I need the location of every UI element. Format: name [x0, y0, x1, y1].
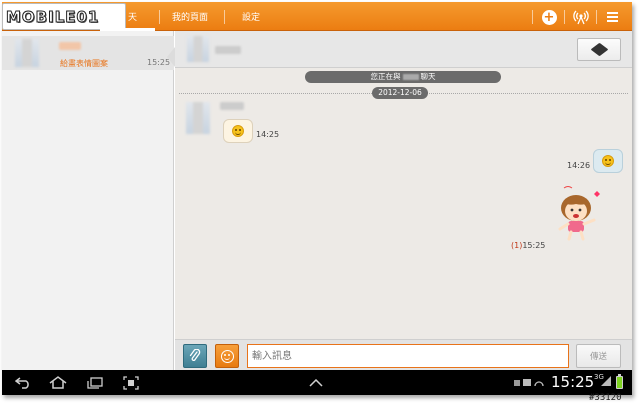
cube-icon [590, 42, 608, 57]
message-bubble-out[interactable] [593, 149, 623, 173]
menu-icon[interactable] [603, 7, 623, 27]
system-clock: 15:25 [551, 373, 595, 391]
mobile01-logo: MOBILE01 [2, 3, 126, 30]
selection-pointer [167, 47, 175, 67]
chat-area[interactable]: 您正在與 聊天 2012-12-06 14:25 14:26 (1)15:25 [175, 68, 632, 339]
logo-text: MOBILE01 [5, 7, 100, 26]
message-time: 15:25 [522, 241, 546, 250]
message-time: 14:26 [567, 161, 591, 170]
paperclip-icon [189, 349, 201, 361]
smiley-emoticon-icon [602, 155, 614, 167]
tab-divider [159, 10, 160, 24]
conversation-last-message: 給畫表情圖案 [60, 59, 108, 68]
message-input-bar: 傳送 [175, 339, 632, 370]
signal-strength-icon [601, 376, 611, 386]
screenshot-frame: MOBILE01 天 我的頁面 設定 + 給畫表情圖案 15:25 您正在與 聊… [2, 2, 632, 395]
screenshot-icon[interactable] [122, 374, 140, 391]
tab-my-page[interactable]: 我的頁面 [172, 2, 208, 31]
sticker-girl-icon[interactable] [554, 184, 604, 242]
icon-divider [532, 10, 533, 24]
send-button[interactable]: 傳送 [576, 344, 621, 368]
tab-chat-label: 天 [128, 13, 138, 23]
add-friend-icon[interactable]: + [539, 7, 559, 27]
system-navigation-bar: 15:25 3G [2, 370, 632, 395]
tab-settings[interactable]: 設定 [242, 2, 260, 31]
message-time-row: (1)15:25 [511, 241, 545, 250]
chat-status-banner: 您正在與 聊天 [305, 71, 501, 83]
conversation-list: 給畫表情圖案 15:25 [2, 31, 175, 370]
tab-settings-label: 設定 [242, 13, 261, 23]
recent-apps-icon[interactable] [86, 374, 104, 391]
status-text-before: 您正在與 [370, 72, 401, 81]
avatar [15, 39, 39, 67]
attach-button[interactable] [183, 344, 207, 368]
status-text-after: 聊天 [420, 72, 436, 81]
tab-divider [224, 10, 225, 24]
smiley-emoticon-icon [232, 125, 244, 137]
sticker-shop-button[interactable] [577, 38, 621, 61]
unread-count: (1) [511, 241, 523, 250]
chat-header [175, 31, 632, 68]
contact-name-redacted [215, 46, 241, 54]
message-time: 14:25 [256, 130, 280, 139]
contact-name-redacted [59, 42, 81, 50]
icon-divider [596, 10, 597, 24]
back-icon[interactable] [14, 374, 32, 391]
date-badge: 2012-12-06 [372, 87, 428, 99]
list-item[interactable]: 給畫表情圖案 15:25 [2, 36, 175, 70]
signal-icon[interactable] [571, 7, 591, 27]
message-bubble-in[interactable] [223, 119, 253, 143]
tab-my-page-label: 我的頁面 [172, 13, 209, 23]
emoticon-button[interactable] [215, 344, 239, 368]
sender-name-redacted [220, 102, 244, 110]
message-input[interactable] [247, 344, 569, 368]
top-app-bar: MOBILE01 天 我的頁面 設定 + [2, 2, 632, 31]
avatar[interactable] [186, 102, 210, 134]
smiley-icon [220, 349, 234, 363]
chevron-up-icon[interactable] [307, 374, 325, 391]
avatar [187, 36, 209, 62]
tab-chat[interactable]: 天 [99, 2, 156, 31]
watermark-text: #33120 [589, 393, 622, 403]
notification-icons [512, 374, 546, 391]
redacted-name [402, 74, 419, 80]
home-icon[interactable] [48, 374, 68, 391]
battery-icon [616, 374, 623, 389]
icon-divider [564, 10, 565, 24]
